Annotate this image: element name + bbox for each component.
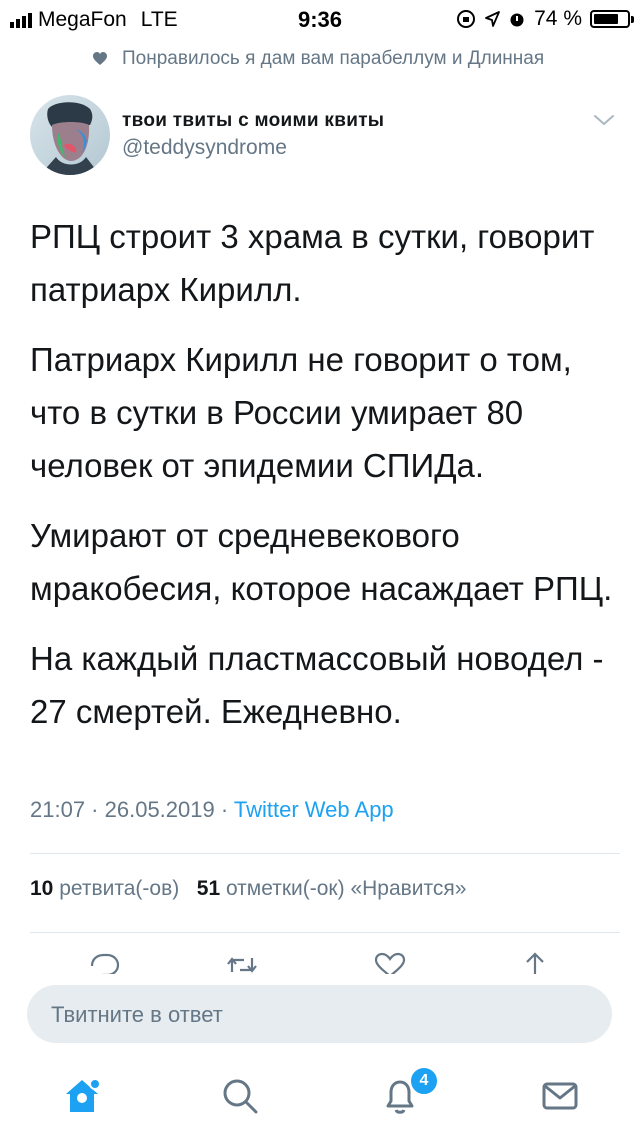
tab-bar: 4 bbox=[0, 1054, 640, 1138]
notifications-badge: 4 bbox=[409, 1066, 439, 1096]
status-bar: MegaFon LTE 9:36 74 % bbox=[0, 0, 640, 40]
tweet-stats: 10 ретвита(-ов) 51 отметки(-ок) «Нравитс… bbox=[30, 877, 466, 901]
meta-separator: · bbox=[214, 797, 234, 822]
likes-label: отметки(-ок) «Нравится» bbox=[225, 877, 467, 900]
chevron-down-icon[interactable] bbox=[593, 113, 615, 127]
social-context-text: Понравилось я дам вам парабеллум и Длинн… bbox=[122, 48, 545, 69]
home-icon[interactable] bbox=[60, 1074, 104, 1118]
battery-icon bbox=[590, 10, 634, 28]
like-icon[interactable] bbox=[372, 950, 408, 974]
tweet-paragraph: Патриарх Кирилл не говорит о том, что в … bbox=[30, 341, 572, 484]
author-handle[interactable]: @teddysyndrome bbox=[122, 136, 287, 160]
likes-count: 51 bbox=[196, 877, 221, 900]
tweet-date: 26.05.2019 bbox=[104, 797, 215, 822]
tweet-text: РПЦ строит 3 храма в сутки, говорит патр… bbox=[30, 210, 615, 755]
tweet-paragraph: Умирают от средневекового мракобесия, ко… bbox=[30, 517, 613, 607]
reply-placeholder: Твитните в ответ bbox=[51, 1002, 223, 1027]
tweet-source-link[interactable]: Twitter Web App bbox=[234, 797, 394, 822]
status-right: 74 % bbox=[456, 7, 634, 31]
search-icon[interactable] bbox=[218, 1074, 262, 1118]
avatar-image bbox=[30, 95, 110, 175]
social-context: Понравилось я дам вам парабеллум и Длинн… bbox=[92, 48, 544, 70]
heart-icon bbox=[93, 52, 107, 65]
alarm-icon bbox=[510, 13, 524, 27]
divider bbox=[30, 853, 620, 854]
divider bbox=[30, 932, 620, 933]
share-icon[interactable] bbox=[518, 950, 552, 974]
reply-bar: Твитните в ответ bbox=[0, 980, 640, 1054]
retweets-count: 10 bbox=[30, 877, 54, 900]
reply-icon[interactable] bbox=[88, 950, 122, 974]
messages-icon[interactable] bbox=[538, 1074, 582, 1118]
battery-percent: 74 % bbox=[534, 7, 582, 30]
location-icon bbox=[485, 11, 501, 27]
tweet-meta: 21:07 · 26.05.2019 · Twitter Web App bbox=[30, 797, 394, 823]
tweet-actions bbox=[0, 944, 640, 974]
reply-input[interactable]: Твитните в ответ bbox=[27, 985, 612, 1043]
likes-stat[interactable]: 51 отметки(-ок) «Нравится» bbox=[197, 877, 467, 900]
tweet-time: 21:07 bbox=[30, 797, 86, 822]
meta-separator: · bbox=[85, 797, 105, 822]
tweet-paragraph: На каждый пластмассовый новодел - 27 сме… bbox=[30, 640, 604, 730]
author-name[interactable]: твои твиты с моими квиты bbox=[122, 110, 384, 132]
retweets-label: ретвита(-ов) bbox=[59, 877, 180, 900]
orientation-lock-icon bbox=[457, 10, 476, 28]
retweet-icon[interactable] bbox=[224, 950, 260, 974]
avatar[interactable] bbox=[30, 95, 110, 175]
retweets-stat[interactable]: 10 ретвита(-ов) bbox=[30, 877, 179, 900]
tweet-paragraph: РПЦ строит 3 храма в сутки, говорит патр… bbox=[30, 218, 595, 308]
